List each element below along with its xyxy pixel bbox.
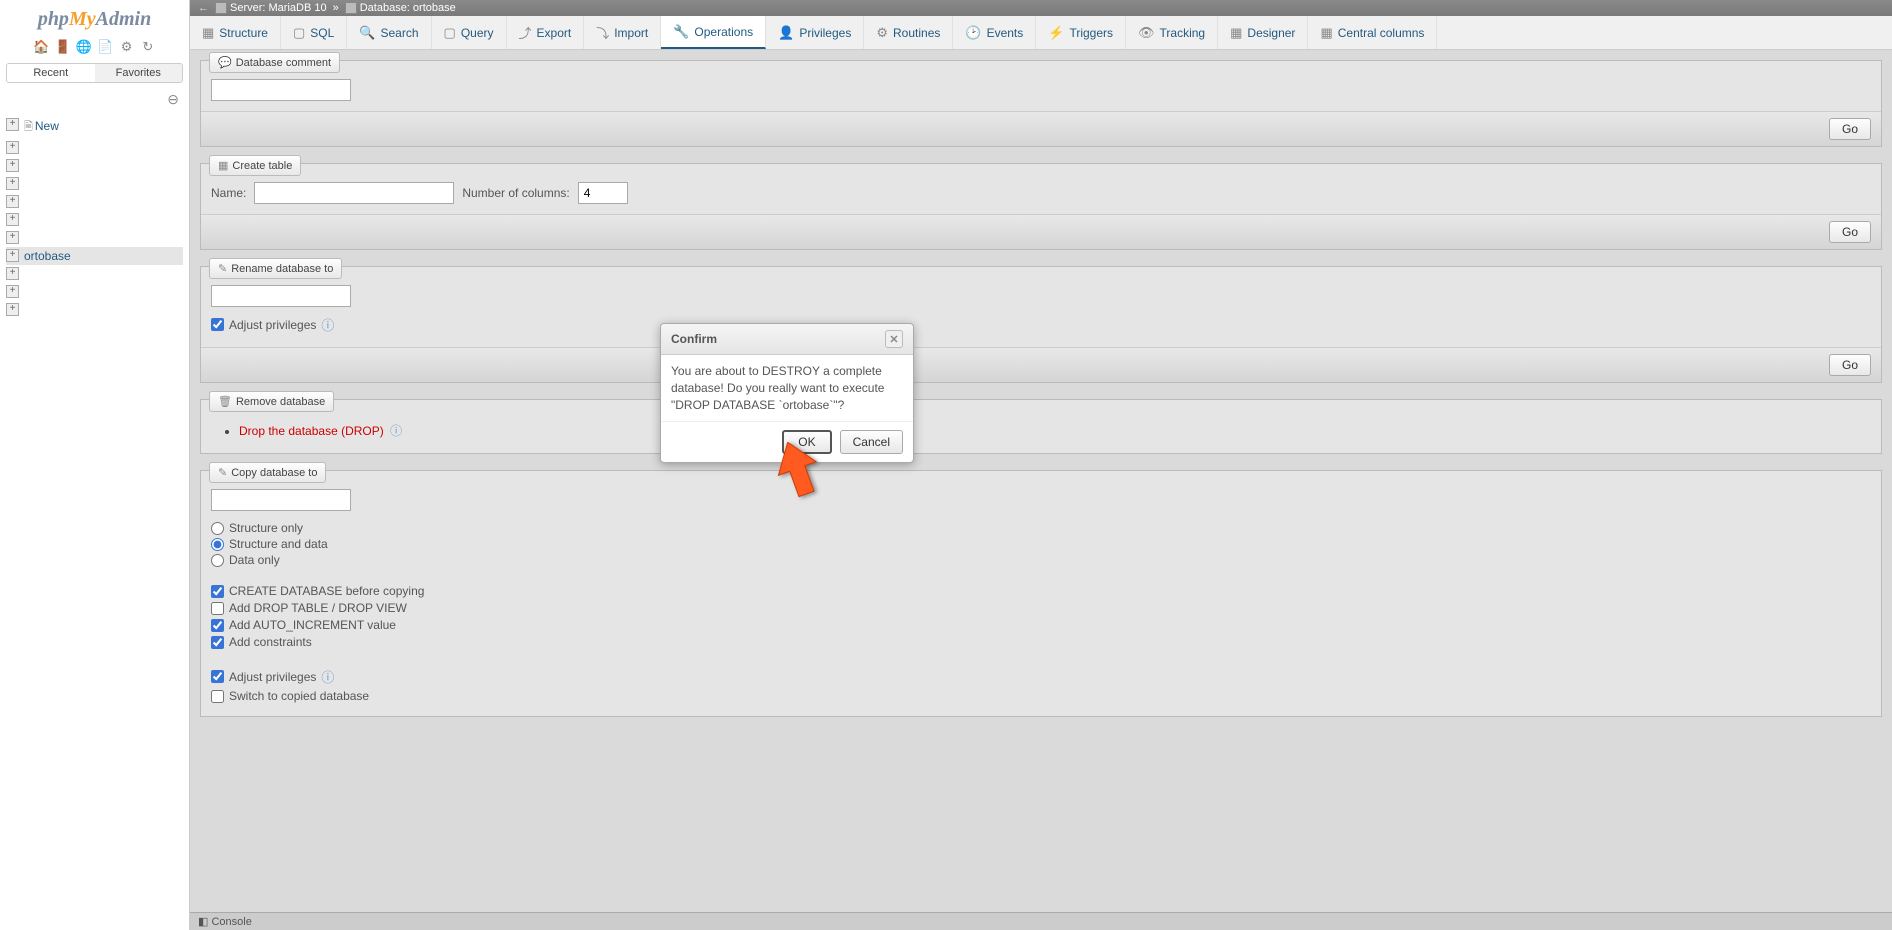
modal-body: You are about to DESTROY a complete data… [661, 355, 913, 422]
cancel-button[interactable]: Cancel [840, 430, 903, 454]
ok-button[interactable]: OK [782, 430, 831, 454]
modal-overlay: Confirm ✕ You are about to DESTROY a com… [0, 0, 1892, 930]
close-icon[interactable]: ✕ [885, 330, 903, 348]
modal-title: Confirm [671, 332, 717, 346]
confirm-modal: Confirm ✕ You are about to DESTROY a com… [660, 323, 914, 463]
